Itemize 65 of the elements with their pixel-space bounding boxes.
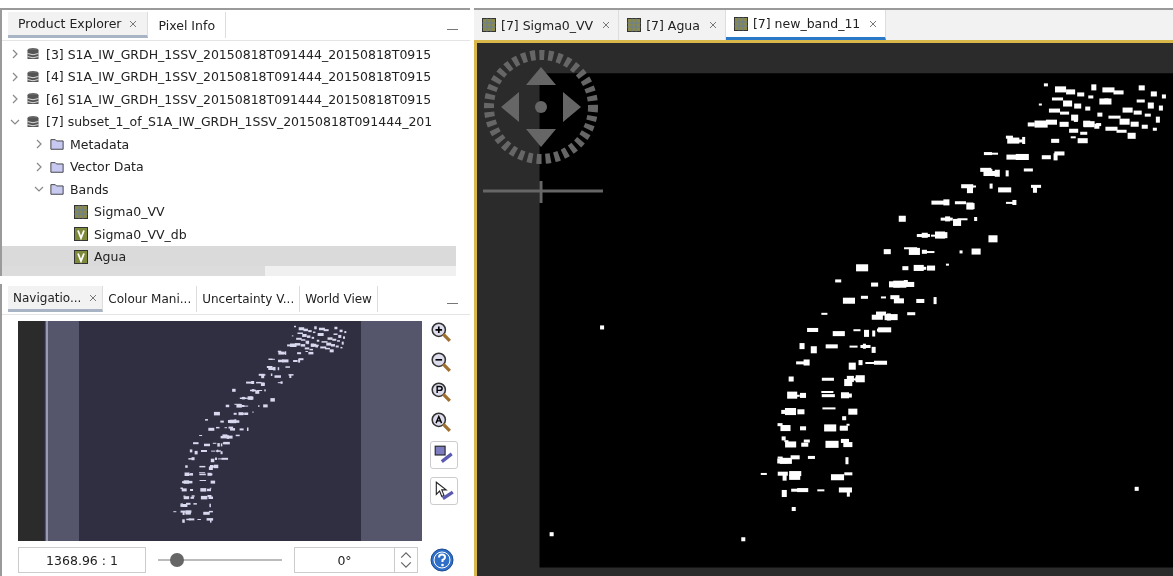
folder-icon	[50, 137, 64, 152]
close-icon[interactable]	[869, 19, 878, 28]
zoom-slider[interactable]	[158, 553, 282, 567]
rotation-field[interactable]: 0°	[294, 547, 418, 573]
tree-item[interactable]: Metadata	[2, 133, 456, 156]
panel-tab[interactable]: Colour Mani...	[103, 286, 198, 312]
tree-item[interactable]: [3] S1A_IW_GRDH_1SSV_20150818T091444_20150818T0915	[2, 43, 456, 66]
zoom-all-icon[interactable]	[430, 411, 452, 433]
raster-band-icon	[482, 18, 496, 32]
tree-item-label: [3] S1A_IW_GRDH_1SSV_20150818T091444_20150818T0915	[46, 46, 432, 62]
tree-item-label: Sigma0_VV	[94, 204, 165, 220]
panel-tab[interactable]: Pixel Info	[148, 12, 227, 38]
zoom-pixel-icon[interactable]	[430, 381, 452, 403]
close-icon[interactable]	[708, 21, 717, 29]
sync-views-icon[interactable]	[430, 441, 458, 469]
tree-item[interactable]: Bands	[2, 178, 456, 201]
close-icon[interactable]	[129, 19, 138, 28]
tree-item[interactable]: Sigma0_VV_db	[2, 223, 456, 246]
chevron-right-icon[interactable]	[34, 161, 44, 172]
minimize-icon[interactable]	[447, 28, 458, 30]
zoom-out-icon[interactable]	[430, 351, 452, 373]
tree-item-label: [7] subset_1_of_S1A_IW_GRDH_1SSV_20150818T091444_201	[46, 114, 433, 130]
raster-band-icon	[74, 204, 88, 219]
image-tab[interactable]: [7] new_band_11	[725, 10, 887, 40]
horizontal-scrollbar[interactable]	[2, 266, 456, 276]
virtual-band-icon	[74, 249, 88, 264]
close-icon[interactable]	[89, 293, 98, 302]
overview-map-drawing[interactable]	[18, 321, 422, 541]
tree-item-label: Metadata	[70, 136, 130, 152]
folder-icon	[50, 182, 64, 197]
database-icon	[26, 69, 40, 84]
help-icon[interactable]	[430, 548, 454, 572]
tree-item-label: Sigma0_VV_db	[94, 226, 187, 242]
tree-item[interactable]: [6] S1A_IW_GRDH_1SSV_20150818T091444_20150818T0915	[2, 88, 456, 111]
chevron-right-icon[interactable]	[10, 49, 20, 60]
scale-field[interactable]: 1368.96 : 1	[18, 547, 146, 573]
tree-item[interactable]: Sigma0_VV	[2, 200, 456, 223]
panel-tab[interactable]: Uncertainty V...	[197, 286, 301, 312]
tree-item-label: Vector Data	[70, 159, 144, 175]
folder-icon	[50, 159, 64, 174]
panel-tab[interactable]: Product Explorer	[8, 12, 149, 38]
database-icon	[26, 47, 40, 62]
panel-tab[interactable]: Navigatio...	[8, 286, 104, 312]
tree-item[interactable]: [4] S1A_IW_GRDH_1SSV_20150818T091444_20150818T0915	[2, 65, 456, 88]
tree-item-label: Agua	[94, 249, 127, 265]
close-icon[interactable]	[602, 21, 611, 29]
tree-item[interactable]: [7] subset_1_of_S1A_IW_GRDH_1SSV_20150818T091444_201	[2, 110, 456, 133]
chevron-right-icon[interactable]	[34, 139, 44, 150]
zoom-in-icon[interactable]	[430, 321, 452, 343]
database-icon	[26, 114, 40, 129]
virtual-band-icon	[74, 227, 88, 242]
minimize-icon[interactable]	[447, 302, 458, 304]
raster-band-icon	[627, 18, 642, 32]
tree-item-label: Bands	[70, 181, 109, 197]
slider-thumb[interactable]	[169, 553, 184, 567]
tree-item[interactable]: Agua	[2, 245, 456, 268]
raster-band-icon	[733, 16, 748, 31]
tree-item[interactable]: Vector Data	[2, 155, 456, 178]
chevron-right-icon[interactable]	[10, 94, 20, 105]
database-icon	[26, 92, 40, 107]
sync-cursor-icon[interactable]	[430, 477, 458, 505]
tree-item-label: [6] S1A_IW_GRDH_1SSV_20150818T091444_20150818T0915	[46, 91, 432, 107]
tree-item-label: [4] S1A_IW_GRDH_1SSV_20150818T091444_20150818T0915	[46, 69, 432, 85]
panel-tab[interactable]: World View	[300, 286, 378, 312]
chevron-right-icon[interactable]	[10, 71, 20, 82]
